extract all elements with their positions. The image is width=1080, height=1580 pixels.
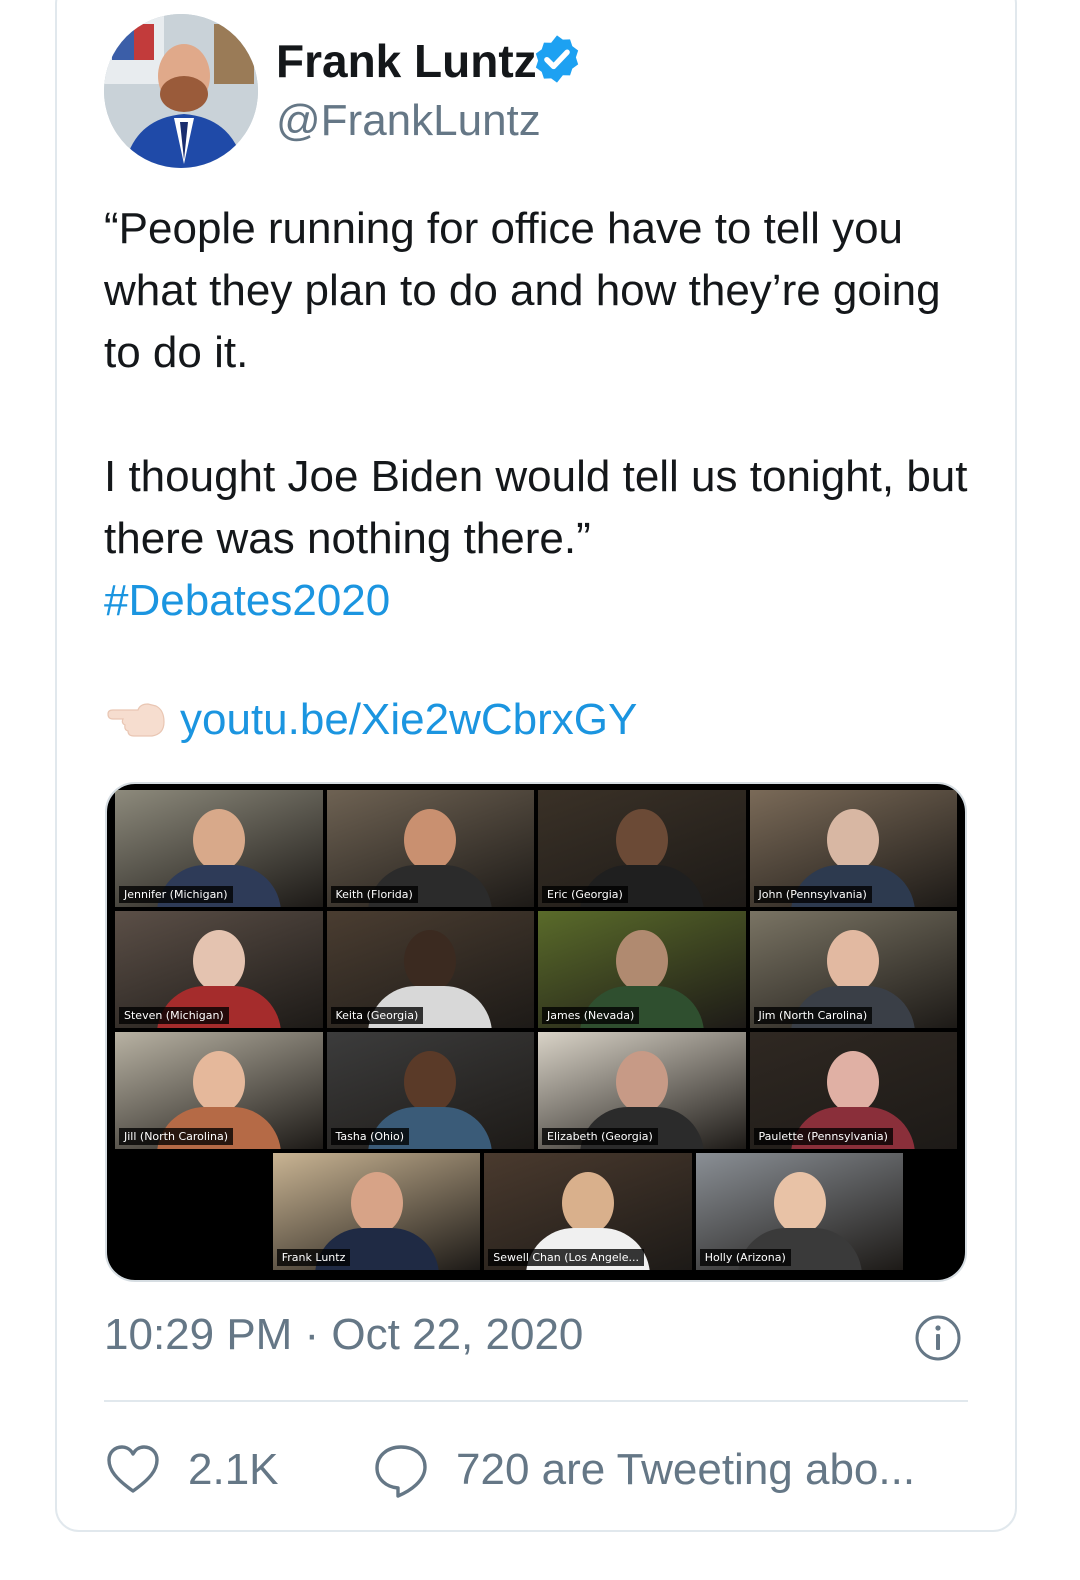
participant-tile: Tasha (Ohio) bbox=[326, 1032, 534, 1149]
author-avatar[interactable] bbox=[104, 14, 258, 168]
participant-tile: Holly (Arizona) bbox=[695, 1153, 904, 1270]
participant-tile: Keith (Florida) bbox=[326, 790, 534, 907]
youtube-link[interactable]: youtu.be/Xie2wCbrxGY bbox=[180, 695, 637, 745]
tweet-paragraph-1: “People running for office have to tell … bbox=[104, 204, 941, 377]
conversation-text[interactable]: 720 are Tweeting abo... bbox=[456, 1445, 915, 1495]
participant-tile: John (Pennsylvania) bbox=[749, 790, 957, 907]
participant-name-label: Sewell Chan (Los Angele... bbox=[488, 1249, 644, 1266]
like-button[interactable]: 2.1K bbox=[104, 1440, 279, 1500]
participant-tile: James (Nevada) bbox=[538, 911, 746, 1028]
participant-name-label: Eric (Georgia) bbox=[542, 886, 628, 903]
tweet-paragraph-2: I thought Joe Biden would tell us tonigh… bbox=[104, 452, 968, 563]
video-thumbnail[interactable]: Jennifer (Michigan) Keith (Florida) Eric (… bbox=[105, 782, 967, 1282]
participant-name-label: Jim (North Carolina) bbox=[753, 1007, 873, 1024]
participant-name-label: Frank Luntz bbox=[276, 1249, 351, 1266]
participant-tile: Elizabeth (Georgia) bbox=[538, 1032, 746, 1149]
heart-icon bbox=[107, 1445, 159, 1493]
verified-badge-icon bbox=[535, 35, 579, 83]
participant-tile: Jill (North Carolina) bbox=[115, 1032, 323, 1149]
like-count: 2.1K bbox=[188, 1445, 279, 1494]
participant-tile: Jim (North Carolina) bbox=[749, 911, 957, 1028]
participant-tile: Paulette (Pennsylvania) bbox=[749, 1032, 957, 1149]
divider bbox=[104, 1400, 968, 1402]
tweet-text: “People running for office have to tell … bbox=[104, 198, 984, 632]
participant-tile: Keita (Georgia) bbox=[326, 911, 534, 1028]
participant-name-label: Steven (Michigan) bbox=[119, 1007, 229, 1024]
info-icon[interactable] bbox=[914, 1314, 962, 1362]
participant-name-label: Tasha (Ohio) bbox=[330, 1128, 410, 1145]
tweet-timestamp[interactable]: 10:29 PM · Oct 22, 2020 bbox=[104, 1310, 583, 1360]
participant-tile: Frank Luntz bbox=[272, 1153, 481, 1270]
participant-name-label: Keith (Florida) bbox=[330, 886, 418, 903]
participant-tile: Steven (Michigan) bbox=[115, 911, 323, 1028]
participant-name-label: Keita (Georgia) bbox=[330, 1007, 424, 1024]
backhand-index-pointing-left-icon bbox=[107, 703, 165, 737]
participant-name-label: Paulette (Pennsylvania) bbox=[753, 1128, 893, 1145]
participant-name-label: Jill (North Carolina) bbox=[119, 1128, 234, 1145]
author-name[interactable]: Frank Luntz bbox=[276, 34, 537, 88]
reply-button[interactable]: 720 are Tweeting abo... bbox=[372, 1440, 915, 1500]
participant-name-label: Elizabeth (Georgia) bbox=[542, 1128, 658, 1145]
participant-name-label: Jennifer (Michigan) bbox=[119, 886, 233, 903]
participant-name-label: Holly (Arizona) bbox=[699, 1249, 791, 1266]
participant-tile: Sewell Chan (Los Angele... bbox=[484, 1153, 692, 1270]
author-handle[interactable]: @FrankLuntz bbox=[276, 96, 541, 146]
avatar-photo bbox=[104, 14, 258, 168]
link-row: youtu.be/Xie2wCbrxGY bbox=[104, 688, 637, 752]
participant-name-label: John (Pennsylvania) bbox=[753, 886, 872, 903]
speech-bubble-icon bbox=[375, 1445, 427, 1498]
hashtag-link[interactable]: #Debates2020 bbox=[104, 570, 984, 632]
participant-tile: Jennifer (Michigan) bbox=[115, 790, 323, 907]
participant-name-label: James (Nevada) bbox=[542, 1007, 640, 1024]
participant-tile: Eric (Georgia) bbox=[538, 790, 746, 907]
